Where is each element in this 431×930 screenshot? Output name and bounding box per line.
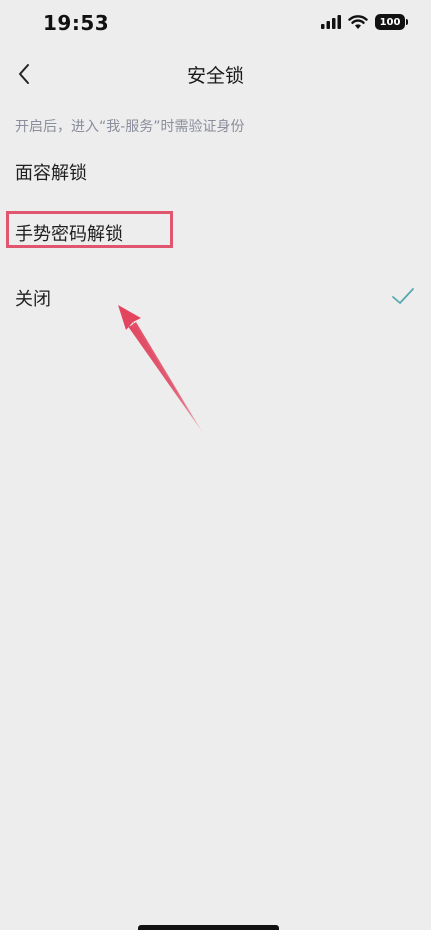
signal-icon (321, 15, 341, 29)
status-bar: 19:53 100 (0, 0, 431, 50)
option-label: 关闭 (15, 289, 51, 310)
battery-icon: 100 (375, 14, 408, 30)
check-icon (392, 288, 414, 304)
option-label: 面容解锁 (15, 163, 87, 184)
status-icons: 100 (321, 14, 408, 30)
option-off[interactable]: 关闭 (0, 272, 431, 322)
nav-bar: 安全锁 (0, 50, 431, 98)
option-face-unlock[interactable]: 面容解锁 (0, 146, 431, 196)
highlight-box (6, 211, 173, 248)
status-time: 19:53 (43, 11, 110, 35)
battery-level: 100 (379, 16, 401, 28)
annotation-arrow (118, 305, 203, 433)
hint-text: 开启后，进入“我-服务”时需验证身份 (15, 119, 245, 135)
page-title: 安全锁 (186, 65, 244, 87)
home-indicator (138, 925, 279, 930)
wifi-icon (348, 14, 368, 29)
